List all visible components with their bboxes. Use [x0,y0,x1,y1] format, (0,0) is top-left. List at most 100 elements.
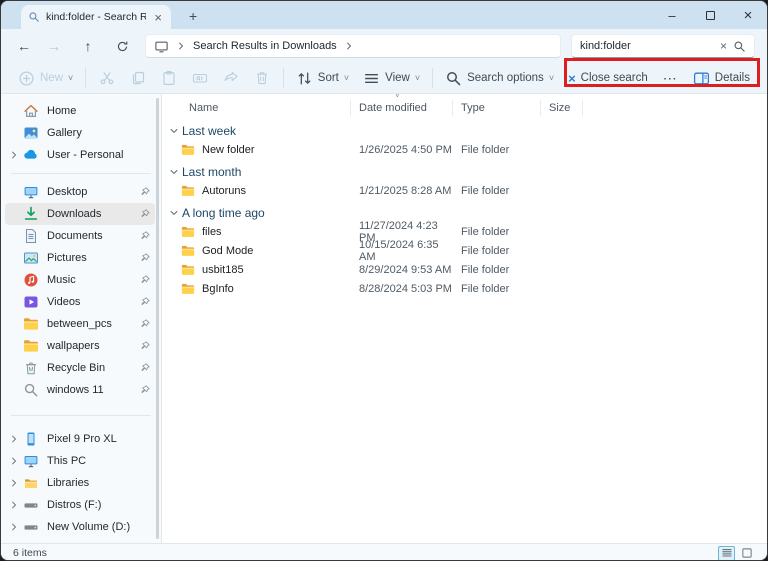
rename-button[interactable] [185,65,216,91]
group-header-last-week[interactable]: Last week [162,121,767,140]
paste-button[interactable] [153,65,184,91]
clear-search-icon[interactable]: × [720,39,727,53]
file-row[interactable]: BgInfo 8/28/2024 5:03 PM File folder [162,279,767,298]
pin-icon[interactable] [139,340,151,352]
address-bar[interactable]: Search Results in Downloads [145,34,561,58]
group-header-a-long-time-ago[interactable]: A long time ago [162,203,767,222]
column-header-date-modified[interactable]: ˅ Date modified [351,94,453,116]
file-row[interactable]: files 11/27/2024 4:23 PM File folder [162,220,767,244]
column-header-type[interactable]: Type [453,100,541,116]
details-pane-button[interactable]: Details [686,65,757,91]
sidebar-item-wallpapers[interactable]: wallpapers [5,335,155,357]
collapse-chevron-icon[interactable] [166,167,182,177]
pin-icon[interactable] [139,384,151,396]
sidebar-item-videos[interactable]: Videos [5,291,155,313]
more-options-button[interactable]: ⋯ [655,70,686,87]
file-row[interactable]: God Mode 10/15/2024 6:35 AM File folder [162,239,767,263]
view-button-label: View [385,72,410,84]
folder-icon [180,184,196,198]
sidebar-item-distros-drive[interactable]: Distros (F:) [5,494,155,516]
sidebar-item-home[interactable]: Home [5,100,155,122]
cut-button[interactable] [91,65,122,91]
new-tab-button[interactable]: + [183,6,203,26]
drive-icon [23,497,39,513]
new-button[interactable]: New ˅ [11,65,80,91]
expand-chevron-icon[interactable] [5,478,23,488]
pin-icon[interactable] [139,362,151,374]
sidebar-item-recycle-bin[interactable]: Recycle Bin [5,357,155,379]
sidebar-item-this-pc[interactable]: This PC [5,450,155,472]
chevron-down-icon: ˅ [548,73,555,83]
expand-chevron-icon[interactable] [5,434,23,444]
view-button[interactable]: View ˅ [356,65,427,91]
explorer-tab[interactable]: kind:folder - Search Results in × [21,5,171,29]
sidebar-item-music[interactable]: Music [5,269,155,291]
pin-icon[interactable] [139,208,151,220]
pin-icon[interactable] [139,296,151,308]
sidebar-item-gallery[interactable]: Gallery [5,122,155,144]
this-pc-icon [154,39,169,54]
expand-chevron-icon[interactable] [5,456,23,466]
minimize-button[interactable]: – [653,1,691,29]
group-header-last-month[interactable]: Last month [162,162,767,181]
sidebar-item-windows-11-search[interactable]: windows 11 [5,379,155,401]
sort-button-label: Sort [317,72,339,84]
copy-button[interactable] [122,65,153,91]
forward-button[interactable]: → [39,33,69,59]
search-input[interactable]: kind:folder [580,40,714,52]
pictures-icon [23,250,39,266]
pin-icon[interactable] [139,252,151,264]
rename-icon [192,70,208,86]
file-row[interactable]: New folder 1/26/2025 4:50 PM File folder [162,140,767,159]
sidebar-item-documents[interactable]: Documents [5,225,155,247]
home-icon [23,103,39,119]
search-icon[interactable] [733,40,746,53]
sidebar-item-downloads[interactable]: Downloads [5,203,155,225]
sidebar-item-label: Downloads [47,208,102,220]
close-button[interactable]: × [729,1,767,29]
chevron-right-icon[interactable] [344,41,354,51]
sidebar-item-label: This PC [47,455,87,467]
sort-button[interactable]: Sort ˅ [289,65,356,91]
expand-chevron-icon[interactable] [5,522,23,532]
column-header-name[interactable]: Name [162,100,351,116]
pin-icon[interactable] [139,230,151,242]
search-box[interactable]: kind:folder × [571,34,755,58]
delete-button[interactable] [247,65,278,91]
collapse-chevron-icon[interactable] [166,126,182,136]
pin-icon[interactable] [139,274,151,286]
maximize-button[interactable] [691,1,729,29]
list-view-icon [721,547,733,559]
sidebar-item-pixel-phone[interactable]: Pixel 9 Pro XL [5,428,155,450]
sidebar-item-pictures[interactable]: Pictures [5,247,155,269]
sidebar-item-new-volume-drive[interactable]: New Volume (D:) [5,516,155,538]
back-button[interactable]: ← [9,33,39,59]
pin-icon[interactable] [139,186,151,198]
search-options-button[interactable]: Search options ˅ [438,65,561,91]
close-search-button[interactable]: × Close search [561,65,655,91]
large-icons-view-toggle[interactable] [738,546,755,561]
breadcrumb[interactable]: Search Results in Downloads [193,40,337,52]
sidebar-divider [11,415,151,416]
pin-icon[interactable] [139,318,151,330]
chevron-right-icon[interactable] [176,41,186,51]
folder-icon [180,225,196,239]
sidebar-scrollbar[interactable] [156,98,159,539]
sidebar-item-onedrive[interactable]: User - Personal [5,144,155,166]
sidebar-item-desktop[interactable]: Desktop [5,181,155,203]
up-button[interactable]: ↑ [73,33,103,59]
expand-chevron-icon[interactable] [5,500,23,510]
column-header-size[interactable]: Size [541,100,583,116]
share-button[interactable] [216,65,247,91]
item-count: 6 items [13,547,47,559]
expand-chevron-icon[interactable] [5,150,23,160]
details-view-toggle[interactable] [718,545,735,560]
file-row[interactable]: usbit185 8/29/2024 9:53 AM File folder [162,260,767,279]
copy-icon [130,70,146,86]
collapse-chevron-icon[interactable] [166,208,182,218]
sidebar-item-between-pcs[interactable]: between_pcs [5,313,155,335]
tab-close-icon[interactable]: × [152,11,164,24]
file-row[interactable]: Autoruns 1/21/2025 8:28 AM File folder [162,181,767,200]
refresh-button[interactable] [107,33,137,59]
sidebar-item-libraries[interactable]: Libraries [5,472,155,494]
